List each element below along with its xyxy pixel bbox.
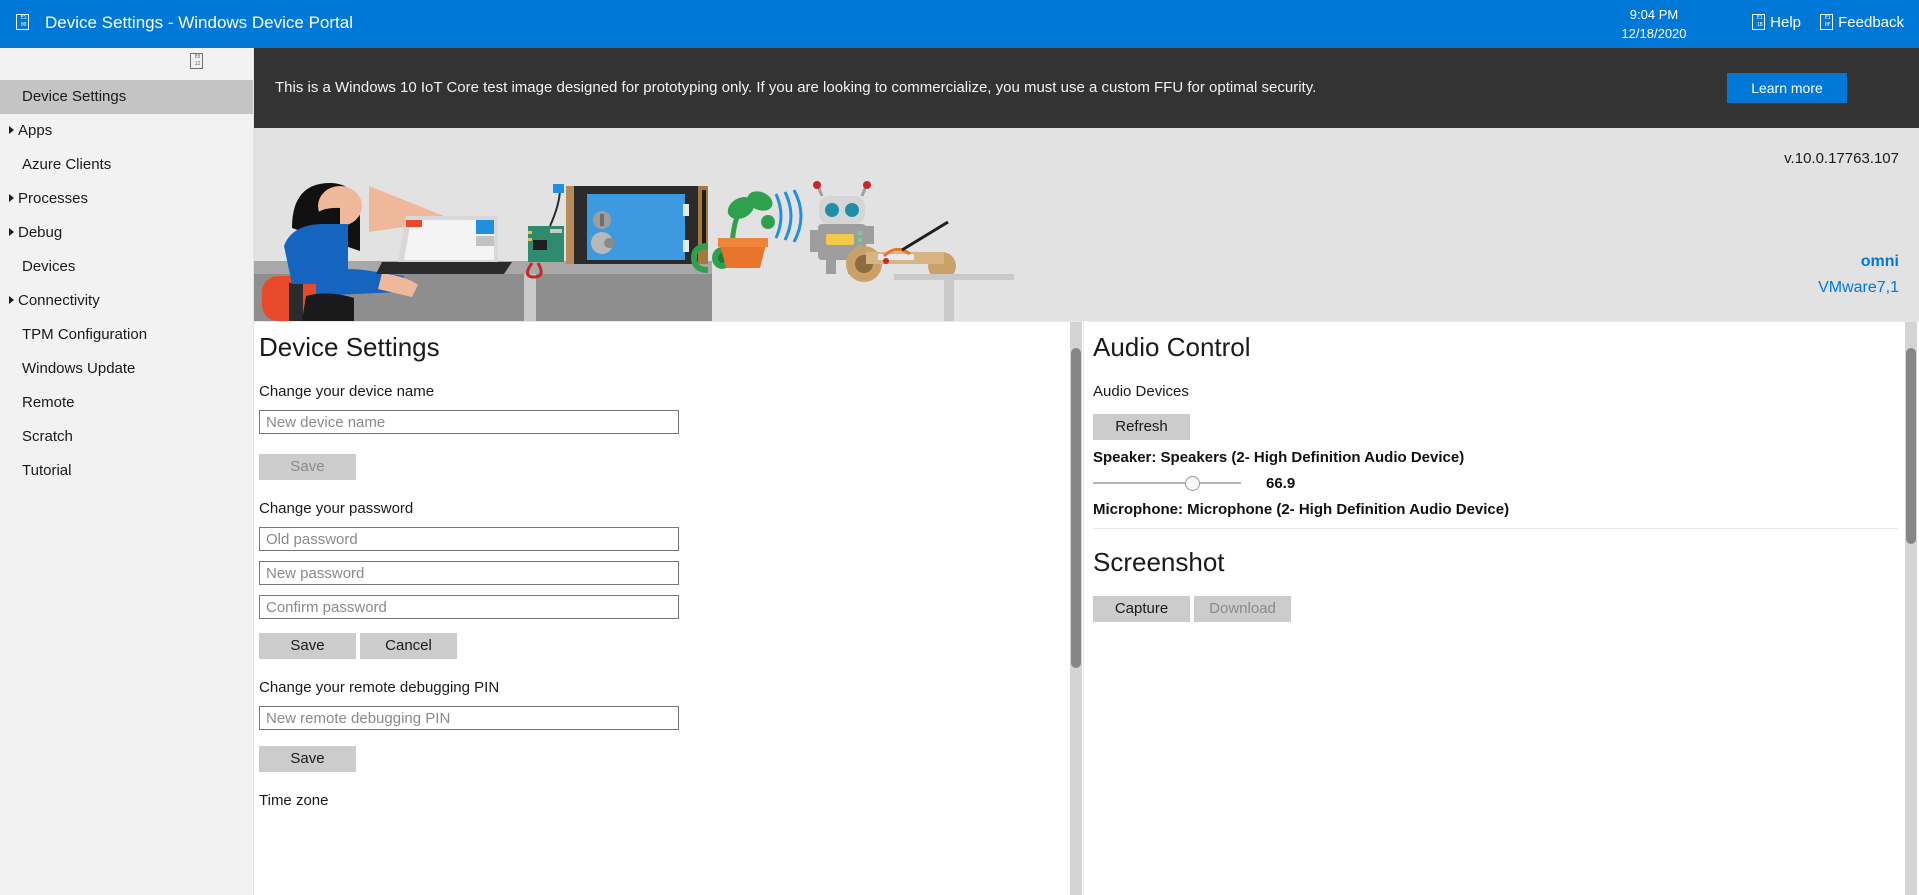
help-label: Help — [1770, 14, 1801, 31]
device-settings-title: Device Settings — [259, 322, 1059, 363]
sidebar-item-label: Remote — [22, 394, 75, 411]
device-name: omni — [1861, 253, 1899, 271]
sidebar-item-devices[interactable]: Devices — [0, 250, 253, 284]
device-name-label: Change your device name — [259, 383, 1059, 400]
clock: 9:04 PM 12/18/2020 — [1594, 5, 1714, 43]
screenshot-card: Screenshot CaptureDownload — [1093, 537, 1893, 622]
speaker-volume-row: 66.9 — [1093, 474, 1893, 492]
screenshot-capture-button[interactable]: Capture — [1093, 596, 1190, 622]
sidebar-item-label: Azure Clients — [22, 156, 111, 173]
left-scrollbar-thumb[interactable] — [1071, 348, 1081, 668]
sidebar-item-label: Processes — [18, 190, 88, 207]
sidebar-item-azure-clients[interactable]: Azure Clients — [0, 148, 253, 182]
hero-illustration-area: v.10.0.17763.107 omni VMware7,1 — [254, 128, 1919, 321]
app-icon — [16, 14, 32, 33]
sidebar-item-label: Tutorial — [22, 462, 71, 479]
old-password-input[interactable] — [259, 527, 679, 551]
title-bar: Device Settings - Windows Device Portal … — [0, 0, 1919, 48]
speaker-volume-slider[interactable] — [1093, 474, 1241, 492]
feedback-icon — [1820, 14, 1833, 30]
learn-more-button[interactable]: Learn more — [1727, 73, 1847, 103]
sidebar-item-apps[interactable]: Apps — [0, 114, 253, 148]
feedback-label: Feedback — [1838, 14, 1904, 31]
audio-card-divider — [1093, 528, 1898, 529]
audio-devices-label: Audio Devices — [1093, 383, 1893, 400]
left-panel-scrollbar[interactable] — [1068, 322, 1084, 895]
sidebar-item-label: Devices — [22, 258, 75, 275]
audio-control-title: Audio Control — [1093, 322, 1893, 363]
sidebar-item-label: Apps — [18, 122, 52, 139]
sidebar-item-debug[interactable]: Debug — [0, 216, 253, 250]
sidebar-item-label: Connectivity — [18, 292, 100, 309]
sidebar-nav-list: Device Settings Apps Azure Clients Processe… — [0, 80, 253, 488]
audio-control-card: Audio Control Audio Devices Refresh Spea… — [1093, 322, 1893, 529]
warning-banner: This is a Windows 10 IoT Core test image… — [254, 48, 1919, 128]
iot-desk-illustration — [254, 128, 1014, 321]
debugging-pin-save-button[interactable]: Save — [259, 746, 356, 772]
chevron-right-icon — [9, 194, 14, 202]
sidebar-item-label: Device Settings — [22, 88, 126, 105]
sidebar-item-label: Windows Update — [22, 360, 135, 377]
sidebar-item-remote[interactable]: Remote — [0, 386, 253, 420]
clock-date: 12/18/2020 — [1594, 24, 1714, 43]
device-settings-panel: Device Settings Change your device name … — [254, 321, 1084, 895]
banner-message: This is a Windows 10 IoT Core test image… — [275, 78, 1316, 98]
page-title: Device Settings - Windows Device Portal — [45, 11, 353, 35]
sidebar-item-tutorial[interactable]: Tutorial — [0, 454, 253, 488]
speaker-volume-value: 66.9 — [1266, 475, 1295, 492]
screenshot-title: Screenshot — [1093, 537, 1893, 578]
password-save-button[interactable]: Save — [259, 633, 356, 659]
confirm-password-input[interactable] — [259, 595, 679, 619]
sidebar-item-connectivity[interactable]: Connectivity — [0, 284, 253, 318]
sidebar-item-device-settings[interactable]: Device Settings — [0, 80, 253, 114]
password-label: Change your password — [259, 500, 1059, 517]
right-scrollbar-thumb[interactable] — [1906, 348, 1916, 544]
help-icon — [1752, 14, 1765, 30]
device-model: VMware7,1 — [1818, 279, 1899, 297]
sidebar-item-label: Debug — [18, 224, 62, 241]
audio-refresh-button[interactable]: Refresh — [1093, 414, 1190, 440]
screenshot-download-button[interactable]: Download — [1194, 596, 1291, 622]
right-panel: Audio Control Audio Devices Refresh Spea… — [1088, 321, 1919, 895]
collapse-menu-icon[interactable] — [190, 53, 203, 70]
os-version: v.10.0.17763.107 — [1784, 150, 1899, 167]
clock-time: 9:04 PM — [1594, 5, 1714, 24]
sidebar: Device Settings Apps Azure Clients Processe… — [0, 48, 254, 895]
chevron-right-icon — [9, 228, 14, 236]
sidebar-item-scratch[interactable]: Scratch — [0, 420, 253, 454]
speaker-slider-thumb[interactable] — [1185, 476, 1200, 491]
help-link[interactable]: Help — [1752, 12, 1801, 33]
right-panel-scrollbar[interactable] — [1903, 322, 1919, 895]
sidebar-item-processes[interactable]: Processes — [0, 182, 253, 216]
sidebar-collapse-row — [0, 48, 253, 80]
feedback-link[interactable]: Feedback — [1820, 12, 1904, 33]
device-name-save-button[interactable]: Save — [259, 454, 356, 480]
debugging-pin-label: Change your remote debugging PIN — [259, 679, 1059, 696]
sidebar-item-windows-update[interactable]: Windows Update — [0, 352, 253, 386]
sidebar-item-label: TPM Configuration — [22, 326, 147, 343]
sidebar-item-label: Scratch — [22, 428, 73, 445]
device-name-input[interactable] — [259, 410, 679, 434]
timezone-label: Time zone — [259, 792, 1059, 809]
debugging-pin-input[interactable] — [259, 706, 679, 730]
microphone-device-label: Microphone: Microphone (2- High Definiti… — [1093, 501, 1893, 518]
right-panel-content: Audio Control Audio Devices Refresh Spea… — [1093, 322, 1893, 622]
password-cancel-button[interactable]: Cancel — [360, 633, 457, 659]
speaker-slider-track — [1093, 482, 1241, 484]
new-password-input[interactable] — [259, 561, 679, 585]
sidebar-item-tpm-configuration[interactable]: TPM Configuration — [0, 318, 253, 352]
chevron-right-icon — [9, 296, 14, 304]
chevron-right-icon — [9, 126, 14, 134]
device-settings-content: Device Settings Change your device name … — [259, 322, 1059, 809]
speaker-device-label: Speaker: Speakers (2- High Definition Au… — [1093, 449, 1893, 466]
